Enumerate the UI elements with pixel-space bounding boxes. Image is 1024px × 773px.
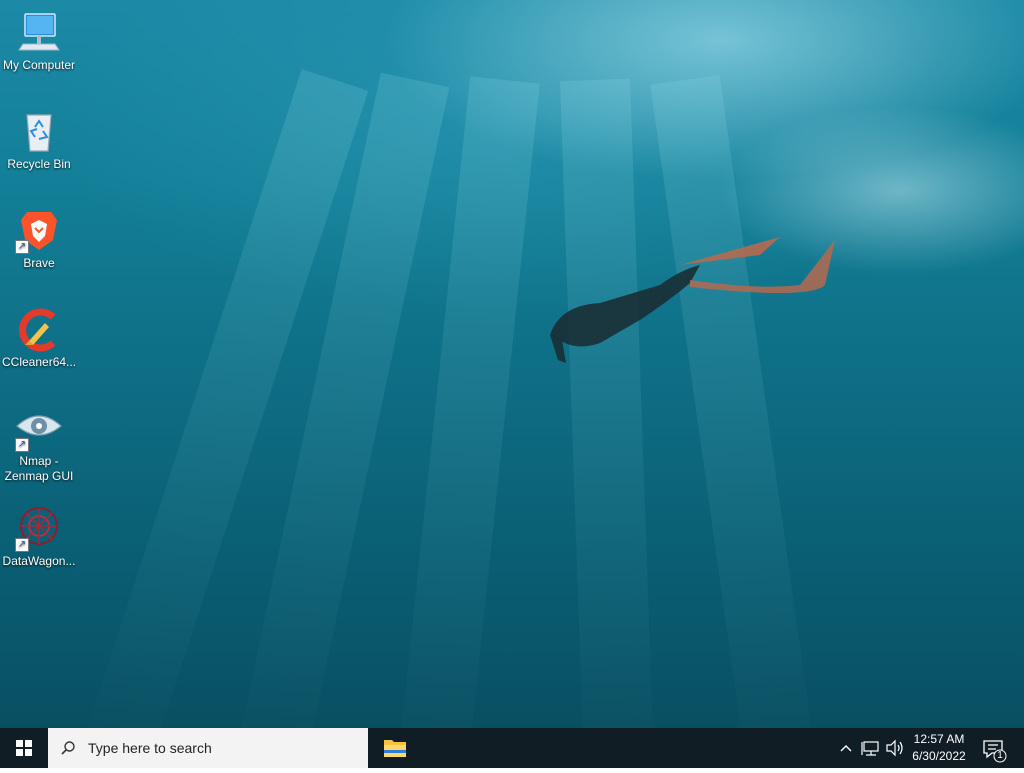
show-hidden-icons-button[interactable] xyxy=(836,728,856,768)
computer-icon xyxy=(15,8,63,56)
light-ray xyxy=(650,75,820,728)
desktop-icon-recycle-bin[interactable]: Recycle Bin xyxy=(2,107,76,172)
desktop-icon-zenmap[interactable]: ↗ Nmap - Zenmap GUI xyxy=(2,404,76,484)
desktop-icon-label: My Computer xyxy=(2,58,76,72)
taskbar-file-explorer[interactable] xyxy=(372,728,418,768)
desktop-wallpaper[interactable]: My Computer Recycle Bin ↗ Brave CCleaner… xyxy=(0,0,1024,728)
windows-logo-icon xyxy=(16,740,32,756)
desktop-icon-label: CCleaner64... xyxy=(2,355,77,369)
action-center-button[interactable]: 1 xyxy=(978,728,1012,768)
desktop-icon-label: Recycle Bin xyxy=(7,157,71,171)
volume-control[interactable] xyxy=(884,728,906,768)
desktop-icon-label: DataWagon... xyxy=(2,554,76,568)
search-placeholder: Type here to search xyxy=(88,740,212,756)
light-ray xyxy=(560,78,656,728)
desktop-icon-datawagon[interactable]: ↗ DataWagon... xyxy=(2,504,76,569)
taskbar-clock[interactable]: 12:57 AM 6/30/2022 xyxy=(906,731,972,765)
desktop-icon-label: Nmap - Zenmap GUI xyxy=(4,454,74,483)
notification-count-badge: 1 xyxy=(997,750,1003,761)
desktop-icon-my-computer[interactable]: My Computer xyxy=(2,8,76,73)
clock-date: 6/30/2022 xyxy=(912,749,966,763)
zenmap-eye-icon: ↗ xyxy=(15,404,63,452)
search-icon xyxy=(61,741,75,755)
start-button[interactable] xyxy=(0,728,48,768)
desktop-icon-ccleaner[interactable]: CCleaner64... xyxy=(2,305,76,370)
shortcut-arrow-icon: ↗ xyxy=(15,438,29,452)
desktop-icon-label: Brave xyxy=(23,256,55,270)
ccleaner-icon xyxy=(15,305,63,353)
shortcut-arrow-icon: ↗ xyxy=(15,240,29,254)
datawagon-icon: ↗ xyxy=(15,504,63,552)
diver-illustration xyxy=(550,237,835,363)
folder-icon xyxy=(384,740,406,757)
chevron-up-icon xyxy=(840,745,852,752)
taskbar: Type here to search 12:57 AM 6/30/2022 1 xyxy=(0,728,1024,768)
clock-time: 12:57 AM xyxy=(913,732,965,746)
shortcut-arrow-icon: ↗ xyxy=(15,538,29,552)
network-status[interactable] xyxy=(860,728,882,768)
taskbar-search-box[interactable]: Type here to search xyxy=(48,728,368,768)
desktop-icon-brave[interactable]: ↗ Brave xyxy=(2,206,76,271)
network-icon xyxy=(861,741,879,756)
recycle-bin-icon xyxy=(15,107,63,155)
volume-icon xyxy=(886,739,903,757)
notification-icon xyxy=(983,740,1007,763)
brave-browser-icon: ↗ xyxy=(15,206,63,254)
